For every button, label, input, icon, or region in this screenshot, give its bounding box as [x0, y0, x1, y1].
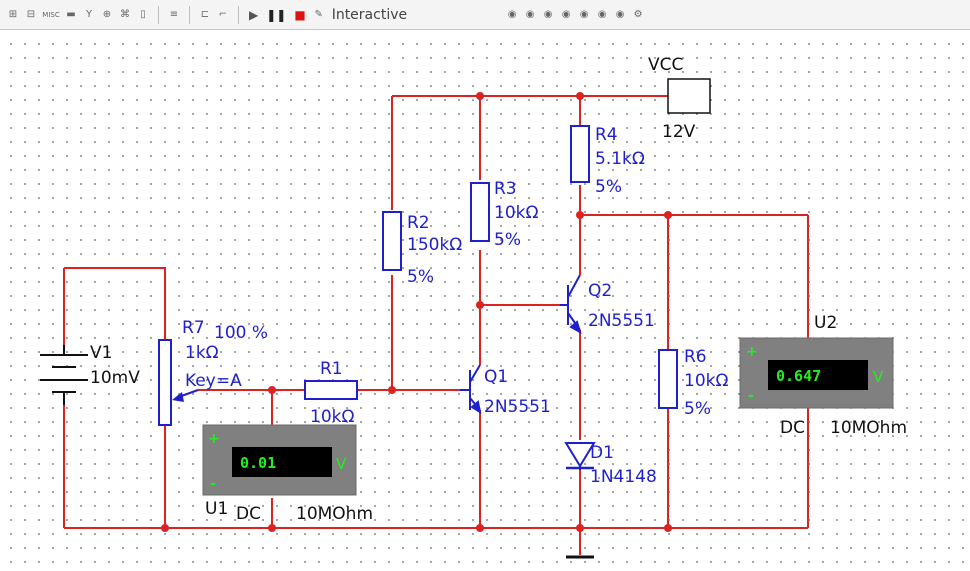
u1-reading: 0.01 — [240, 454, 276, 472]
vcc-voltage: 12V — [662, 122, 696, 142]
hierarchy-icon[interactable]: ⊏ — [198, 8, 212, 22]
schematic-canvas[interactable]: VCC 12V V1 10mV R7 100 % 1kΩ Key=A R1 10… — [0, 31, 970, 571]
q2-transistor[interactable]: Q2 2N5551 — [560, 274, 655, 335]
grid-icon[interactable]: ⊞ — [6, 8, 20, 22]
r1-value: 10kΩ — [310, 407, 354, 427]
u2-reading: 0.647 — [776, 367, 821, 385]
r3-resistor[interactable]: R3 10kΩ 5% — [470, 179, 538, 250]
q1-name: Q1 — [484, 367, 508, 387]
probe-current-icon[interactable]: ◉ — [523, 8, 537, 22]
vcc-label: VCC — [648, 55, 683, 75]
toolbar-separator — [189, 5, 190, 24]
q2-model: 2N5551 — [588, 311, 655, 331]
probe-icon[interactable]: ▯ — [136, 8, 150, 22]
antenna-icon[interactable]: Y — [82, 8, 96, 22]
probe-ref-icon[interactable]: ◉ — [577, 8, 591, 22]
r7-key: Key=A — [185, 371, 242, 391]
r2-name: R2 — [407, 213, 430, 233]
u2-voltmeter[interactable]: 0.647 V + - U2 DC 10MOhm — [739, 313, 907, 438]
toolbar: ⊞ ⊟ MISC ▬ Y ⊕ ⌘ ▯ ≡ ⊏ ⌐ ▶ ❚❚ ■ ✎ Intera… — [0, 0, 970, 30]
toolbar-separator — [238, 5, 239, 24]
vcc-source[interactable]: VCC 12V — [648, 55, 711, 142]
r6-tol: 5% — [684, 399, 711, 419]
place-component-icon[interactable]: ≡ — [167, 8, 181, 22]
v1-name: V1 — [90, 343, 112, 363]
r1-resistor[interactable]: R1 10kΩ — [304, 359, 358, 427]
r4-name: R4 — [595, 125, 618, 145]
r6-value: 10kΩ — [684, 371, 728, 391]
d1-name: D1 — [590, 443, 614, 463]
u2-plus: + — [746, 344, 758, 360]
d1-model: 1N4148 — [590, 467, 657, 487]
r4-value: 5.1kΩ — [595, 149, 645, 169]
u1-minus: - — [210, 476, 216, 492]
r6-name: R6 — [684, 347, 707, 367]
u1-voltmeter[interactable]: 0.01 V + - U1 DC 10MOhm — [202, 424, 373, 524]
r3-name: R3 — [494, 179, 517, 199]
r1-name: R1 — [320, 359, 343, 379]
q1-model: 2N5551 — [484, 397, 551, 417]
r7-name: R7 — [182, 318, 205, 338]
run-button[interactable]: ▶ — [247, 7, 260, 23]
schematic-svg: VCC 12V V1 10mV R7 100 % 1kΩ Key=A R1 10… — [40, 55, 907, 559]
gear-icon[interactable]: ⚙ — [631, 8, 645, 22]
probe-settings-icon[interactable]: ◉ — [613, 8, 627, 22]
u1-unit: V — [336, 455, 347, 473]
u2-minus: - — [748, 388, 754, 404]
u2-unit: V — [873, 368, 884, 386]
v1-value: 10mV — [90, 368, 140, 388]
interactive-label[interactable]: Interactive — [332, 7, 407, 23]
r4-tol: 5% — [595, 177, 622, 197]
wires — [63, 95, 809, 555]
connector-icon[interactable]: ⊕ — [100, 8, 114, 22]
bus-entry-icon[interactable]: ⌐ — [216, 8, 230, 22]
r7-percent: 100 % — [214, 323, 268, 343]
r3-tol: 5% — [494, 230, 521, 250]
u2-mode: DC — [780, 418, 805, 438]
u2-name: U2 — [814, 313, 837, 333]
interactive-icon: ✎ — [314, 8, 323, 20]
wire-v1-top — [64, 267, 166, 340]
electromech-icon[interactable]: ⌘ — [118, 8, 132, 22]
u1-plus: + — [208, 431, 220, 447]
r2-resistor[interactable]: R2 150kΩ 5% — [382, 211, 462, 287]
r2-tol: 5% — [407, 267, 434, 287]
pause-button[interactable]: ❚❚ — [264, 7, 288, 23]
r7-value: 1kΩ — [185, 343, 219, 363]
chip-icon[interactable]: ▬ — [64, 8, 78, 22]
r3-value: 10kΩ — [494, 203, 538, 223]
toolbar-separator — [158, 5, 159, 24]
u1-name: U1 — [205, 499, 228, 519]
bus-icon[interactable]: ⊟ — [24, 8, 38, 22]
q2-name: Q2 — [588, 281, 612, 301]
q1-transistor[interactable]: Q1 2N5551 — [460, 364, 551, 417]
probe-diff-icon[interactable]: ◉ — [559, 8, 573, 22]
r7-potentiometer[interactable]: R7 100 % 1kΩ Key=A — [158, 318, 268, 426]
probe-digital-icon[interactable]: ◉ — [595, 8, 609, 22]
r2-value: 150kΩ — [407, 235, 462, 255]
u1-resistance: 10MOhm — [296, 504, 373, 524]
v1-battery[interactable]: V1 10mV — [40, 343, 140, 405]
u1-mode: DC — [236, 504, 261, 524]
r6-resistor[interactable]: R6 10kΩ 5% — [658, 347, 728, 419]
u2-resistance: 10MOhm — [830, 418, 907, 438]
probe-power-icon[interactable]: ◉ — [541, 8, 555, 22]
misc-icon[interactable]: MISC — [42, 8, 60, 22]
probe-voltage-icon[interactable]: ◉ — [505, 8, 519, 22]
r4-resistor[interactable]: R4 5.1kΩ 5% — [570, 125, 645, 197]
stop-button[interactable]: ■ — [292, 7, 307, 23]
